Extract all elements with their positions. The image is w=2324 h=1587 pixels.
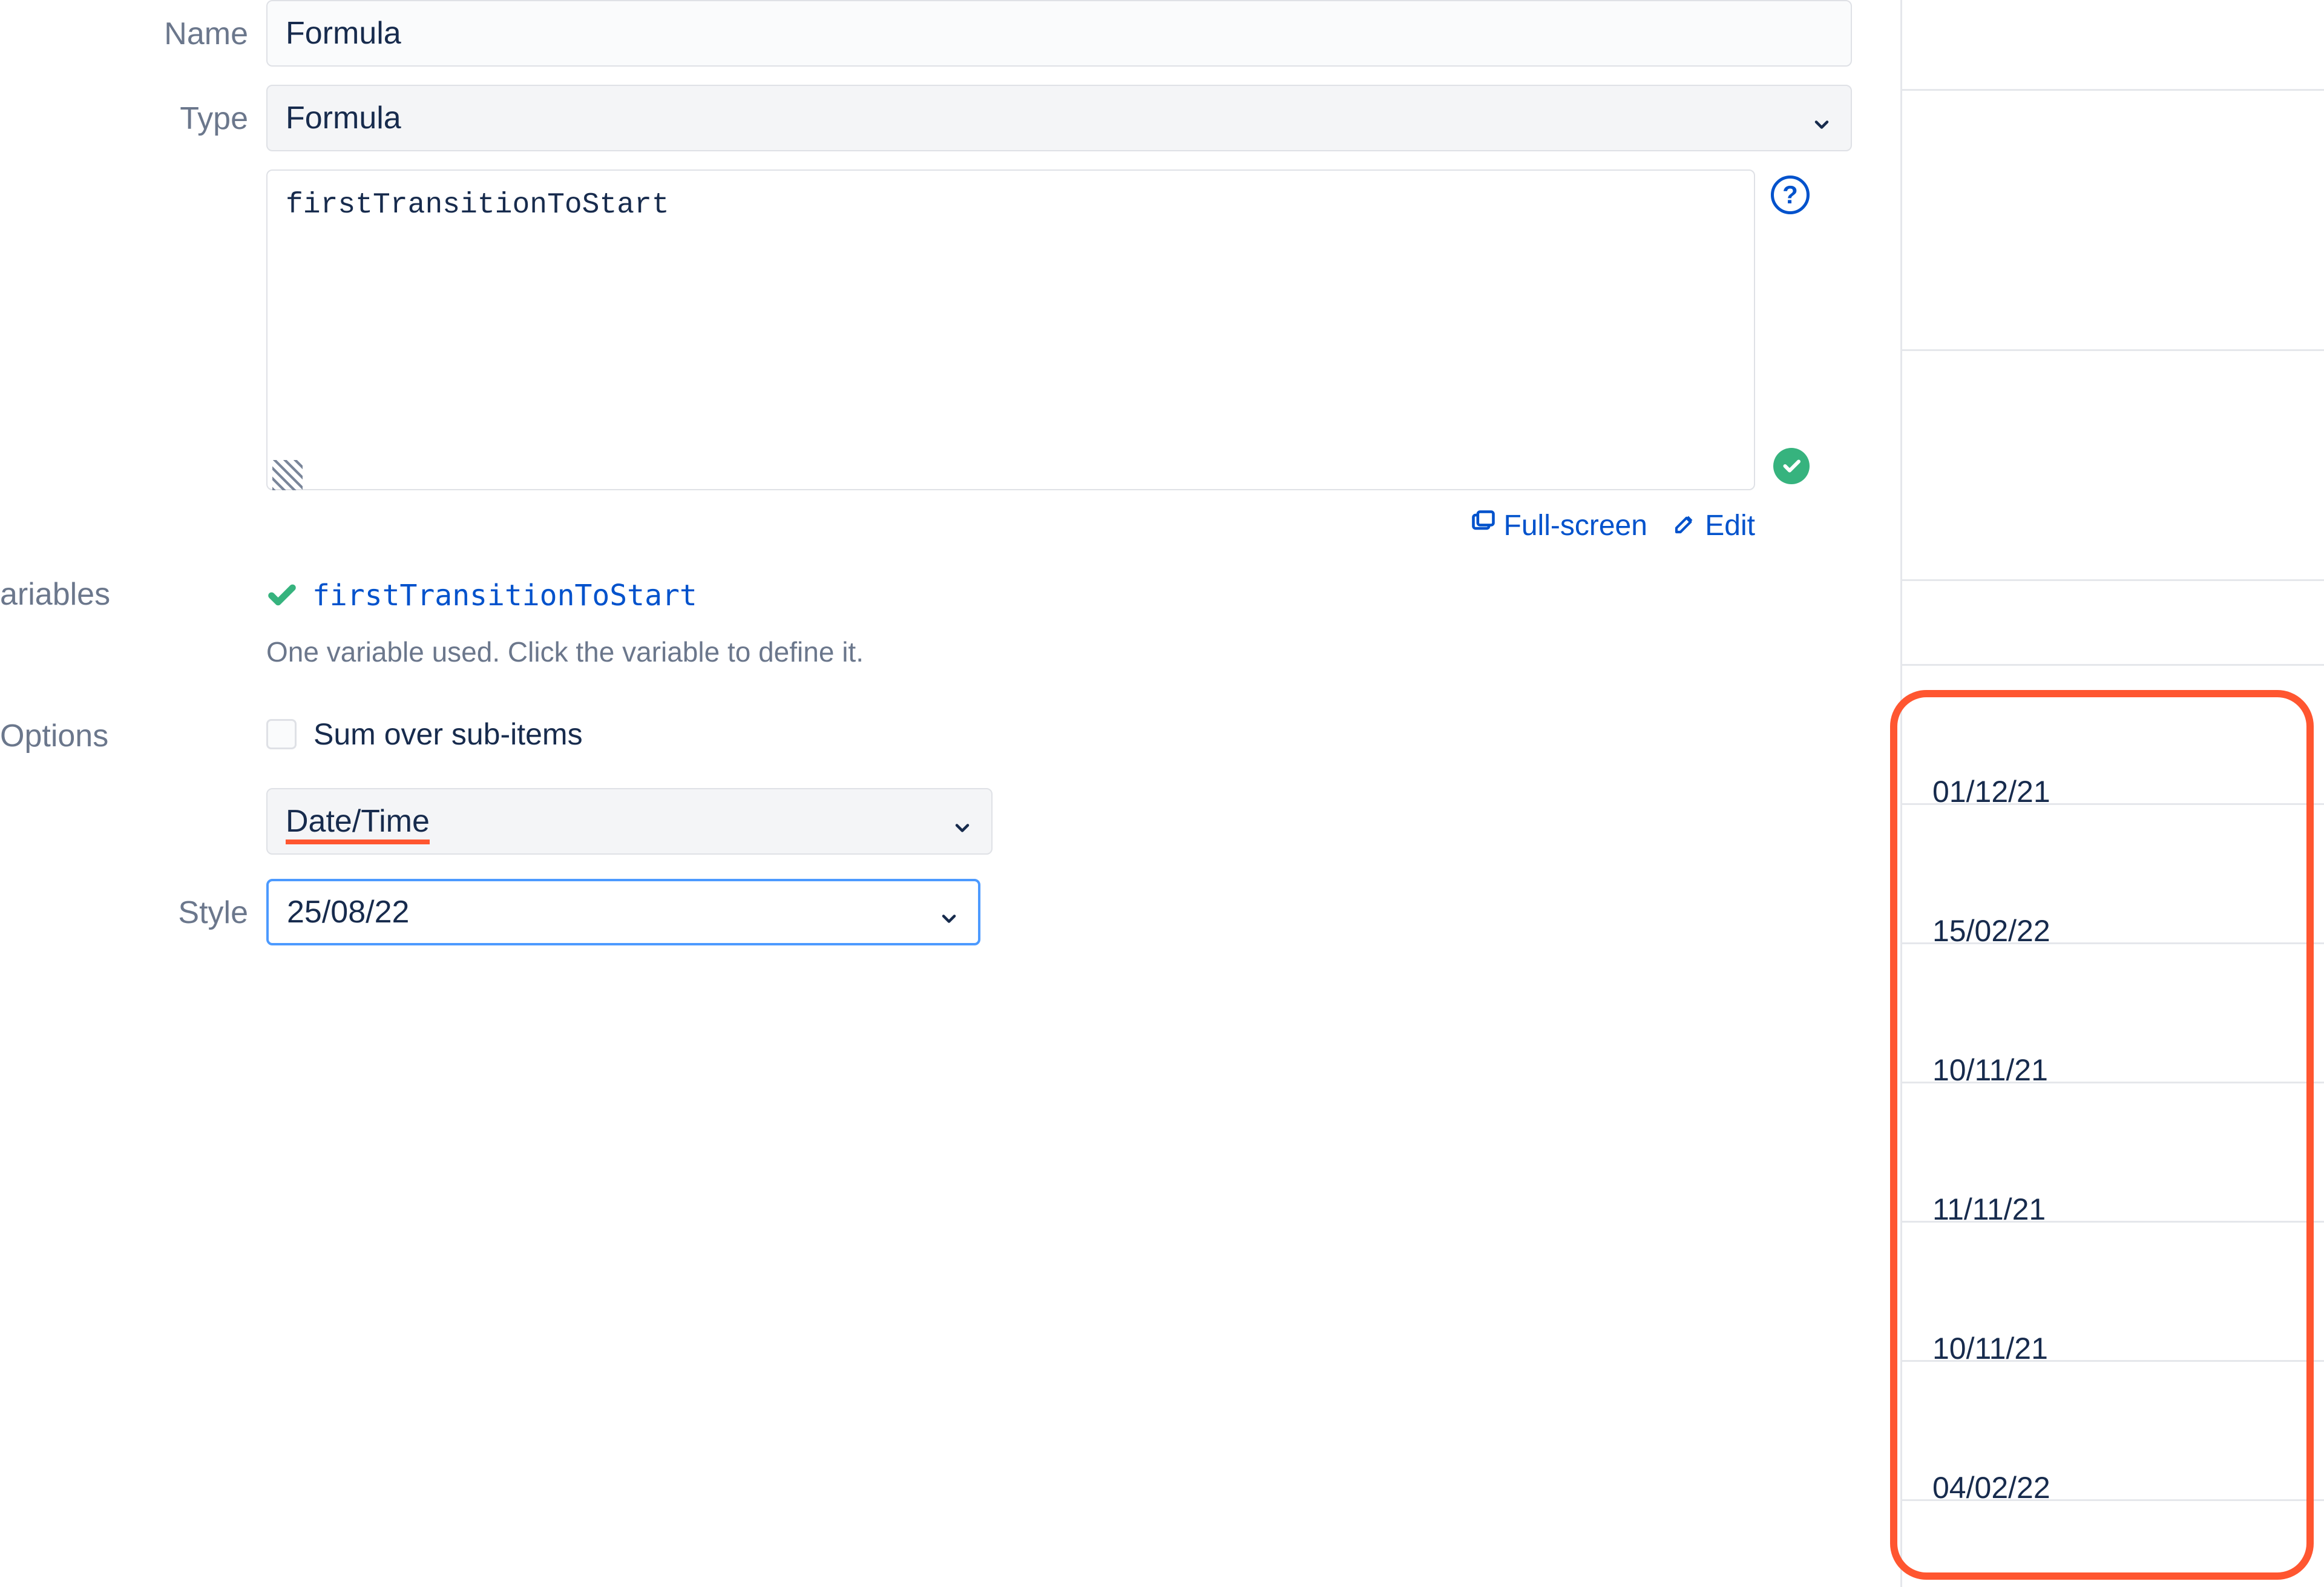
fullscreen-button[interactable]: Full-screen bbox=[1470, 508, 1647, 542]
fullscreen-icon bbox=[1470, 508, 1497, 542]
result-cell: 10/11/21 bbox=[1932, 1301, 2048, 1396]
variable-name-text: firstTransitionToStart bbox=[312, 579, 697, 613]
help-icon[interactable]: ? bbox=[1771, 176, 1810, 214]
options-label: Options bbox=[0, 717, 266, 752]
result-cell: 04/02/22 bbox=[1932, 1441, 2050, 1535]
chevron-down-icon bbox=[1811, 107, 1833, 129]
style-label: Style bbox=[0, 879, 266, 928]
chevron-down-icon bbox=[951, 810, 973, 832]
fullscreen-label: Full-screen bbox=[1504, 509, 1647, 542]
sum-checkbox[interactable] bbox=[266, 719, 297, 749]
format-select[interactable]: Date/Time bbox=[266, 788, 993, 855]
variables-label: ariables bbox=[0, 579, 266, 610]
variable-link[interactable]: firstTransitionToStart bbox=[266, 579, 697, 613]
edit-label: Edit bbox=[1705, 509, 1755, 542]
chevron-down-icon bbox=[938, 901, 960, 923]
type-select-value: Formula bbox=[286, 100, 401, 136]
style-select-value: 25/08/22 bbox=[287, 894, 409, 930]
sum-checkbox-label: Sum over sub-items bbox=[313, 717, 583, 752]
pencil-icon bbox=[1673, 509, 1698, 542]
name-label: Name bbox=[0, 0, 266, 50]
result-cell: 10/11/21 bbox=[1932, 1023, 2048, 1117]
name-input[interactable] bbox=[266, 0, 1852, 67]
type-label: Type bbox=[0, 85, 266, 134]
style-select[interactable]: 25/08/22 bbox=[266, 879, 980, 945]
resize-grip-icon[interactable] bbox=[272, 460, 303, 490]
variable-hint-text: One variable used. Click the variable to… bbox=[266, 636, 1852, 668]
format-select-value: Date/Time bbox=[286, 803, 430, 840]
check-circle-icon bbox=[1773, 448, 1810, 484]
edit-button[interactable]: Edit bbox=[1673, 509, 1755, 542]
result-cell: 11/11/21 bbox=[1932, 1162, 2046, 1257]
result-cell: 15/02/22 bbox=[1932, 884, 2050, 978]
result-cell: 01/12/21 bbox=[1932, 744, 2050, 839]
type-select[interactable]: Formula bbox=[266, 85, 1852, 151]
formula-editor[interactable] bbox=[266, 169, 1755, 490]
check-icon bbox=[266, 580, 298, 611]
results-column: 01/12/21 15/02/22 10/11/21 11/11/21 10/1… bbox=[1900, 0, 2324, 1587]
